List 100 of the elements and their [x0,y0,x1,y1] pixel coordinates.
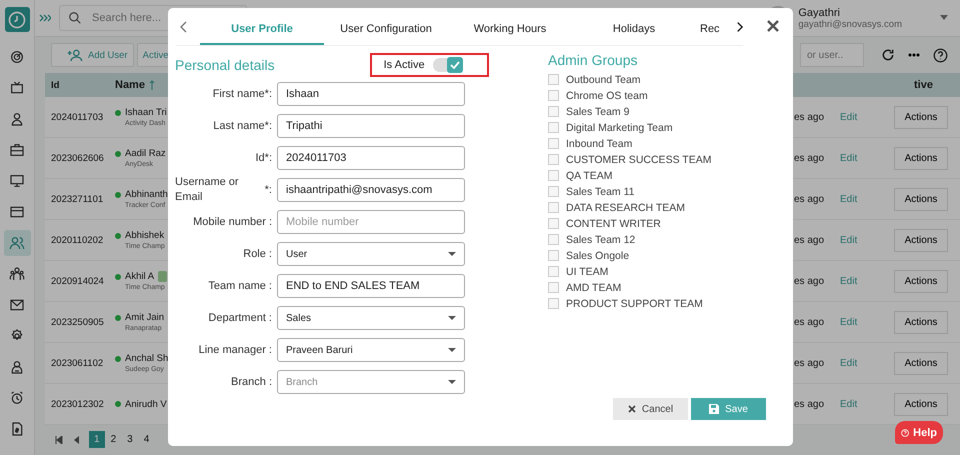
refresh-icon[interactable] [881,48,895,62]
actions-button[interactable]: Actions [894,392,948,416]
user-badge-icon [9,359,25,375]
chevron-right-icon[interactable] [736,21,743,33]
caret-icon[interactable] [940,15,948,21]
checkbox[interactable] [548,282,559,293]
field-label: Username or Email [175,175,240,205]
table-cell-text: 2024011703 [50,112,104,122]
checkbox[interactable] [548,90,559,101]
gauge-icon [9,49,25,65]
checkbox[interactable] [548,74,559,85]
table-cell-text: es ago [794,234,826,246]
user-name: Anirudh V [125,398,167,410]
status-dot [115,150,121,156]
status-dot [115,314,121,320]
page-button[interactable]: 2 [106,431,122,448]
table-cell-text: es ago [794,112,826,122]
dropdown[interactable]: Praveen Baruri [277,338,465,362]
checkbox[interactable] [548,234,559,245]
cancel-button[interactable]: Cancel [613,398,688,420]
card-icon [9,204,25,220]
close-icon[interactable] [767,20,779,32]
chevron-left-icon[interactable] [180,21,188,33]
actions-button[interactable]: Actions [894,270,948,292]
actions-button[interactable]: Actions [894,146,948,170]
logo-icon[interactable] [4,7,30,32]
checkbox[interactable] [548,170,559,181]
field-label: Line manager : [198,344,272,356]
input-field[interactable]: 2024011703 [277,146,465,170]
table-cell-text: 2023062606 [50,152,105,164]
more-icon[interactable] [908,53,920,57]
tab[interactable]: Working Hours [448,23,572,45]
required-mark: *: [264,184,272,196]
sort-arrow-icon[interactable] [148,80,155,90]
actions-button[interactable]: Actions [894,106,948,128]
column-header[interactable]: Id [45,80,115,90]
previous-page-icon[interactable] [72,436,80,444]
checkbox-label: QA TEAM [566,170,612,182]
briefcase-icon [9,142,25,158]
section-title: Personal details [175,57,275,73]
expand-icon[interactable] [39,13,51,23]
checkbox[interactable] [548,186,559,197]
checkbox[interactable] [548,250,559,261]
active-toggle[interactable] [432,58,463,72]
status-dot [115,110,121,116]
person-icon [9,111,25,127]
input-field[interactable]: Ishaan [277,82,465,106]
input-field[interactable]: END to END SALES TEAM [277,274,465,298]
checkbox[interactable] [548,106,559,117]
field-label: Id*: [255,152,272,164]
checkbox[interactable] [548,122,559,133]
field-label: First name*: [212,88,272,100]
checkbox-label: Digital Marketing Team [566,122,673,134]
user-name: Anchal Sh [125,353,168,364]
dropdown[interactable]: Sales [277,306,465,330]
table-cell-text: 2020914024 [50,276,105,286]
sidebar-item[interactable] [4,230,30,256]
status-dot [115,192,121,198]
checkbox-label: DATA RESEARCH TEAM [566,202,686,214]
first-page-icon[interactable] [55,436,63,444]
column-header[interactable]: Name [115,79,145,91]
help-icon[interactable] [933,48,948,62]
caret-icon [448,380,456,384]
actions-button[interactable]: Actions [894,352,948,374]
status-dot [115,356,121,362]
monitor-icon [9,173,25,189]
checkbox-label: AMD TEAM [566,282,622,294]
checkbox-label: CONTENT WRITER [566,218,661,230]
checkbox[interactable] [548,202,559,213]
checkbox[interactable] [548,154,559,165]
dropdown[interactable]: User [277,242,465,266]
field-label: Mobile number : [193,216,272,228]
page-button[interactable]: 3 [122,431,138,448]
tab[interactable]: User Configuration [324,23,448,45]
column-header[interactable]: tive [914,79,960,91]
checkbox[interactable] [548,266,559,277]
checkbox[interactable] [548,298,559,309]
input-field[interactable]: Mobile number [277,210,465,234]
checkbox[interactable] [548,218,559,229]
checkbox-label: Sales Team 11 [566,186,634,198]
tab[interactable]: Rec [696,23,728,45]
checkmark-icon [450,61,460,69]
add-user-icon [67,49,83,61]
actions-button[interactable]: Actions [894,188,948,210]
checkbox-label: Sales Team 12 [566,234,636,246]
checkbox[interactable] [548,138,559,149]
input-field[interactable]: ishaantripathi@snovasys.com [277,178,465,202]
page-button[interactable]: 4 [138,431,154,448]
caret-icon [448,316,456,320]
tab[interactable]: Holidays [572,23,696,45]
actions-button[interactable]: Actions [894,310,948,334]
field-label: Role : [243,248,272,260]
actions-button[interactable]: Actions [894,228,948,252]
dropdown[interactable]: Branch [277,370,465,394]
toggle-label: Is Active [384,59,425,71]
input-field[interactable]: Tripathi [277,114,465,138]
help-button[interactable]: Help [895,421,943,444]
status-dot [115,232,121,238]
table-cell-text: es ago [794,152,826,164]
table-cell-text: 2023271101 [50,194,104,204]
